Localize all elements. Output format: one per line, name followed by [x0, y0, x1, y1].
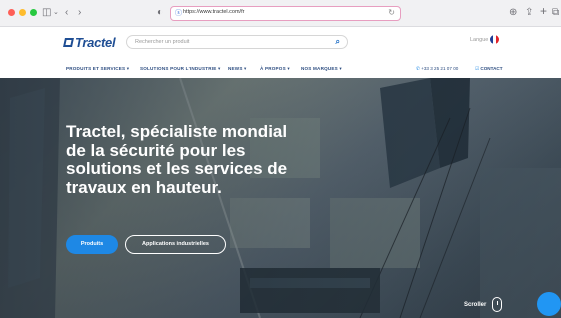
contact-link[interactable]: ☑ CONTACT: [475, 66, 503, 72]
maximize-window-button[interactable]: [30, 9, 37, 16]
shield-icon[interactable]: ◐: [157, 6, 163, 20]
main-nav: PRODUITS ET SERVICES ▾ SOLUTIONS POUR L'…: [0, 62, 561, 78]
minimize-window-button[interactable]: [19, 9, 26, 16]
url-text[interactable]: https://www.tractel.com/fr: [183, 9, 244, 15]
hero-title: Tractel, spécialiste mondial de la sécur…: [66, 122, 288, 197]
scroll-label[interactable]: Scroller: [464, 302, 486, 308]
site-header: Tractel Rechercher un produit ⌕ Langue :: [0, 27, 561, 62]
phone-link[interactable]: ✆ +33 3 25 21 07 00: [416, 66, 458, 72]
fr-flag-icon[interactable]: [490, 35, 499, 44]
mouse-scroll-icon[interactable]: [492, 297, 502, 312]
search-icon[interactable]: ⌕: [336, 37, 340, 47]
tabs-icon[interactable]: ⧉: [552, 6, 559, 20]
browser-toolbar: ◫ ⌄ ‹ › ◐ ⓢ https://www.tractel.com/fr ↻…: [0, 0, 561, 27]
lock-icon: ⓢ: [175, 10, 182, 17]
contact-label: CONTACT: [480, 66, 503, 71]
download-icon[interactable]: ⊕: [509, 6, 517, 20]
tractel-logo[interactable]: Tractel: [63, 35, 116, 50]
logo-mark-icon: [63, 38, 74, 47]
phone-number: +33 3 25 21 07 00: [421, 66, 459, 71]
applications-industrielles-button[interactable]: Applications industrielles: [125, 235, 226, 254]
reload-icon[interactable]: ↻: [388, 8, 395, 17]
share-icon[interactable]: ⇪: [525, 6, 533, 20]
search-bar[interactable]: Rechercher un produit ⌕: [126, 35, 348, 49]
chevron-down-icon[interactable]: ⌄: [53, 6, 59, 20]
nav-item-news[interactable]: NEWS ▾: [228, 66, 247, 72]
nav-item-marques[interactable]: NOS MARQUES ▾: [301, 66, 342, 72]
language-label: Langue :: [470, 37, 492, 43]
produits-button[interactable]: Produits: [66, 235, 118, 254]
close-window-button[interactable]: [8, 9, 15, 16]
nav-item-produits[interactable]: PRODUITS ET SERVICES ▾: [66, 66, 129, 72]
nav-item-solutions[interactable]: SOLUTIONS POUR L'INDUSTRIE ▾: [140, 66, 220, 72]
forward-icon[interactable]: ›: [78, 6, 81, 20]
chat-bubble-button[interactable]: [537, 292, 561, 316]
address-bar[interactable]: ⓢ https://www.tractel.com/fr ↻: [170, 6, 401, 21]
search-input[interactable]: Rechercher un produit: [135, 39, 189, 45]
hero-overlay: [0, 78, 561, 318]
new-tab-icon[interactable]: +: [540, 4, 547, 18]
sidebar-icon[interactable]: ◫: [42, 6, 51, 20]
nav-item-apropos[interactable]: À PROPOS ▾: [260, 66, 290, 72]
hero-banner: Tractel, spécialiste mondial de la sécur…: [0, 78, 561, 318]
back-icon[interactable]: ‹: [65, 6, 68, 20]
logo-text: Tractel: [75, 35, 116, 50]
